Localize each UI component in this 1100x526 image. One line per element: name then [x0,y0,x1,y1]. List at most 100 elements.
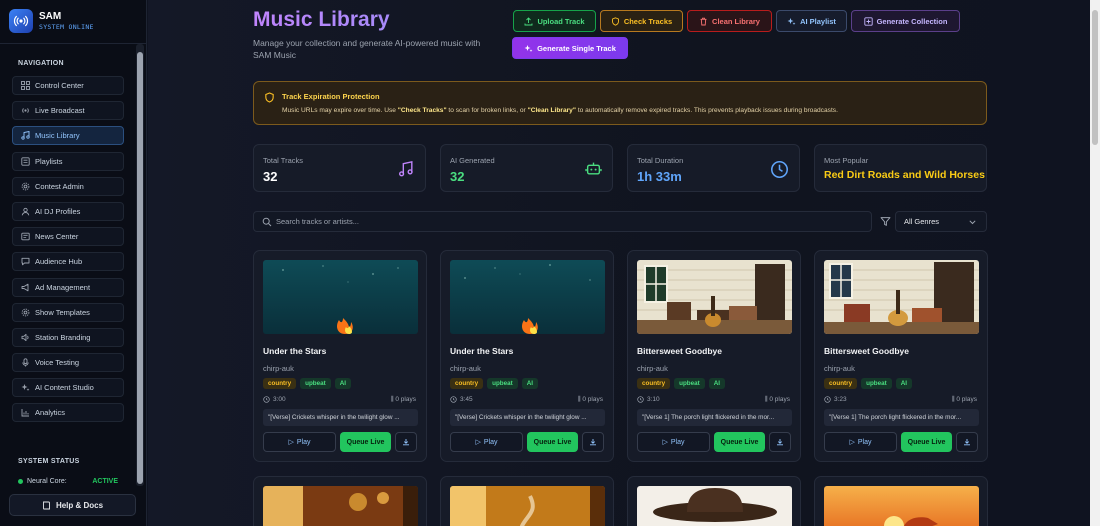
queue-live-button[interactable]: Queue Live [714,432,765,452]
track-card[interactable]: Bittersweet Goodbye chirp-auk country up… [814,250,988,462]
sidebar-item-audience-hub[interactable]: Audience Hub [12,252,124,272]
sidebar-item-ad-management[interactable]: Ad Management [12,277,124,297]
queue-live-button[interactable]: Queue Live [527,432,578,452]
page-subtitle: Manage your collection and generate AI-p… [253,38,481,60]
clean-library-button[interactable]: Clean Library [687,10,772,32]
list-icon [21,156,30,166]
brand-name: SAM [39,10,62,22]
sidebar-item-live-broadcast[interactable]: Live Broadcast [12,101,124,121]
sidebar-item-label: Music Library [35,131,80,141]
clock-icon [450,396,457,403]
genre-select[interactable]: All Genres [895,211,987,232]
upload-icon [524,16,533,25]
sidebar-item-voice-testing[interactable]: Voice Testing [12,353,124,373]
play-button[interactable]: ▷ Play [263,432,336,452]
expiration-banner: Track Expiration Protection Music URLs m… [253,81,987,125]
download-button[interactable] [395,432,417,452]
tag-ai: AI [521,378,539,389]
track-card[interactable]: Under the Stars chirp-auk country upbeat… [440,250,614,462]
sidebar-scrollbar-thumb[interactable] [137,52,143,484]
tag-ai: AI [334,378,352,389]
queue-live-button[interactable]: Queue Live [340,432,391,452]
tag-upbeat: upbeat [487,378,518,389]
generate-collection-button[interactable]: Generate Collection [851,10,960,32]
sidebar-scrollbar[interactable] [136,44,144,486]
track-card[interactable]: Bittersweet Goodbye chirp-auk country up… [627,250,801,462]
play-button[interactable]: ▷ Play [450,432,523,452]
page-scrollbar-thumb[interactable] [1092,10,1098,145]
generate-single-track-button[interactable]: Generate Single Track [512,37,628,59]
system-status-value: ACTIVE [92,478,118,485]
track-title: Bittersweet Goodbye [824,346,910,356]
play-label: Play [857,438,872,446]
chat-icon [21,257,30,266]
system-status-label: Neural Core: [27,478,67,485]
search-icon [262,217,272,227]
ai-playlist-button[interactable]: AI Playlist [776,10,847,32]
sidebar-item-control-center[interactable]: Control Center [12,76,124,95]
track-plays: ⫼ 0 plays [765,396,790,404]
sparkle-icon [524,44,533,52]
page-scrollbar[interactable] [1090,0,1100,526]
chevron-down-icon [969,220,976,225]
sidebar-item-news-center[interactable]: News Center [12,227,124,247]
play-button[interactable]: ▷ Play [637,432,710,452]
track-artist: chirp-auk [450,364,481,373]
clock-icon [824,396,831,403]
sidebar-item-playlists[interactable]: Playlists [12,151,124,171]
sidebar-divider [0,43,146,44]
track-card[interactable] [627,476,801,526]
sparkle-icon [787,17,796,25]
track-duration-value: 3:45 [460,396,473,403]
check-tracks-button[interactable]: Check Tracks [600,10,683,32]
clock-icon [771,161,788,178]
track-lyrics: "[Verse] Crickets whisper in the twiligh… [263,409,418,426]
track-duration-value: 3:00 [273,396,286,403]
upload-track-label: Upload Track [537,16,585,26]
sidebar-item-show-templates[interactable]: Show Templates [12,302,124,322]
clock-icon [263,396,270,403]
track-duration-value: 3:23 [834,396,847,403]
track-card[interactable]: Under the Stars chirp-auk country upbeat… [253,250,427,462]
banner-clean-ref: "Clean Library" [527,107,576,114]
sidebar-item-music-library[interactable]: Music Library [12,126,124,146]
sidebar-item-ai-content-studio[interactable]: AI Content Studio [12,378,124,398]
tag-upbeat: upbeat [300,378,331,389]
search-input[interactable] [276,212,856,231]
system-status-title: SYSTEM STATUS [18,458,80,465]
upload-track-button[interactable]: Upload Track [513,10,596,32]
stat-value: 1h 33m [637,169,682,184]
help-docs-button[interactable]: Help & Docs [9,494,136,516]
stat-total-tracks: Total Tracks 32 [253,144,426,192]
sidebar-item-station-branding[interactable]: Station Branding [12,327,124,347]
download-button[interactable] [956,432,978,452]
download-icon [403,439,409,446]
sidebar-item-analytics[interactable]: Analytics [12,403,124,423]
track-lyrics: "[Verse 1] The porch light flickered in … [824,409,979,426]
stat-ai-generated: AI Generated 32 [440,144,613,192]
bar-chart-icon [21,408,30,417]
sidebar-item-label: Station Branding [35,332,91,342]
banner-text-part: to automatically remove expired tracks. … [575,107,838,114]
stat-label: AI Generated [450,156,495,165]
track-card[interactable] [814,476,988,526]
track-artist: chirp-auk [824,364,855,373]
track-plays-value: 0 plays [395,396,416,403]
download-button[interactable] [769,432,791,452]
banner-text-part: to scan for broken links, or [446,107,528,114]
queue-live-button[interactable]: Queue Live [901,432,952,452]
sidebar-item-contest-admin[interactable]: Contest Admin [12,176,124,196]
tag-country: country [824,378,858,389]
play-icon: ▷ [288,439,294,446]
main-content: Music Library Manage your collection and… [148,0,1088,526]
tag-upbeat: upbeat [674,378,705,389]
play-button[interactable]: ▷ Play [824,432,897,452]
download-button[interactable] [582,432,604,452]
track-card[interactable] [440,476,614,526]
track-duration: 3:45 [450,396,473,403]
sidebar-item-label: Control Center [35,81,84,90]
sidebar-item-ai-dj-profiles[interactable]: AI DJ Profiles [12,201,124,221]
shield-icon [611,16,619,26]
banner-text-part: Music URLs may expire over time. Use [282,107,398,114]
track-card[interactable] [253,476,427,526]
